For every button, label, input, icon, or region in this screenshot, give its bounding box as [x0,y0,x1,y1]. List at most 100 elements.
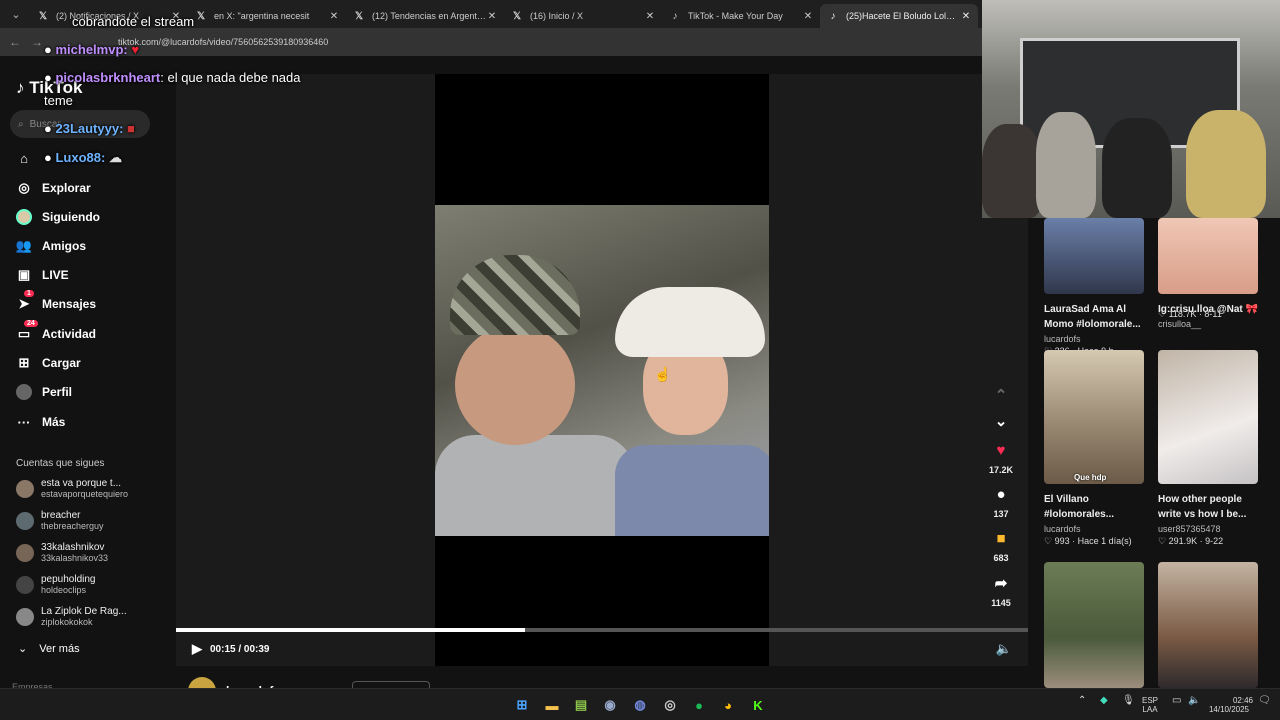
chevron-up-icon[interactable]: ⌃ [1078,696,1086,706]
notification-badge: 24 [24,320,38,327]
webcam-person [1036,112,1096,218]
video-card-meta: ♡ 993 · Hace 1 día(s) [1044,536,1132,546]
nav-perfil[interactable]: Perfil [16,384,72,400]
discord-icon[interactable]: ◍ [630,695,650,715]
browser-tab[interactable]: 𝕏 (16) Inicio / X ✕ [504,4,662,28]
send-icon: ➤ 1 [16,290,34,312]
chat-message: ● michelmvp: ♥ [44,42,139,57]
nav-cargar[interactable]: ⊞ Cargar [16,355,81,371]
like-button[interactable]: ♥ 17.2K [976,442,1026,475]
plus-icon: ⊞ [18,355,30,370]
browser-tab[interactable]: 𝕏 en X: "argentina necesit ✕ [188,4,346,28]
browser-tab-active[interactable]: ♪ (25)Hacete El Boludo Lolo #lolo ✕ [820,4,978,28]
url-field[interactable]: tiktok.com/@lucardofs/video/756056253918… [78,32,678,52]
nav-label: Más [42,415,66,429]
video-person-face [455,325,575,445]
back-arrow-icon[interactable]: ← [4,35,26,49]
video-card-author: crisulloa__ [1158,319,1202,329]
following-handle: 33kalashnikov33 [41,553,109,563]
nav-mas[interactable]: ··· Más [16,414,66,430]
obs-icon[interactable]: ◎ [660,695,680,715]
screen: ⌄ 𝕏 (2) Notificaciones / X ✕ 𝕏 en X: "ar… [0,0,1280,720]
following-name: 33kalashnikov [41,542,105,553]
see-more-button[interactable]: ⌄ Ver más [18,642,92,656]
chrome-icon[interactable]: ◕ [718,695,738,715]
steam-icon[interactable]: ◉ [600,695,620,715]
clock[interactable]: 02:46 14/10/2025 [1205,696,1253,714]
following-item[interactable]: La Ziplok De Rag... ziplokokokok [16,606,166,628]
avatar [16,512,34,530]
video-thumbnail [1044,218,1144,294]
close-icon[interactable]: ✕ [328,11,340,22]
chat-username: 23Lautyyy: [55,121,124,136]
windows-start-icon[interactable]: ⊞ [512,695,532,715]
nav-actividad[interactable]: ▭ 24 Actividad [16,320,97,342]
nav-label: Perfil [42,385,73,399]
comment-count: 137 [993,509,1009,519]
notifications-icon[interactable]: 🗨 [1258,696,1271,706]
nav-amigos[interactable]: 👥 Amigos [16,238,86,254]
following-item[interactable]: breacher thebreacherguy [16,510,166,532]
nav-label: Actividad [42,327,97,341]
save-button[interactable]: ■ 683 [976,530,1026,563]
video-card-author: lucardofs [1044,334,1081,344]
video-card[interactable]: Que hdp El Villano #lolomorales... lucar… [1044,350,1146,547]
close-icon[interactable]: ✕ [802,11,814,22]
tray-icon[interactable]: ◆ [1100,696,1108,706]
video-card[interactable]: LauraSad Ama Al Momo #lolomorale... luca… [1044,196,1146,357]
kick-icon[interactable]: K [748,695,768,715]
layout-code: LAA [1142,705,1158,714]
close-icon[interactable]: ✕ [486,11,498,22]
following-item[interactable]: pepuholding holdeoclips [16,574,166,596]
file-explorer-icon[interactable]: ▬ [542,695,562,715]
browser-tab[interactable]: ♪ TikTok - Make Your Day ✕ [662,4,820,28]
nav-label: LIVE [42,268,69,282]
nav-up-button[interactable]: ⌃ [976,386,1026,410]
nav-explorar[interactable]: ◎ Explorar [16,180,90,196]
nav-down-button[interactable]: ⌄ [976,412,1026,436]
following-title: Cuentas que sigues [16,458,105,469]
emote-icon: ● [44,42,52,57]
inbox-icon: ▭ 24 [16,320,38,342]
microphone-icon[interactable]: 🎙 [1122,696,1135,706]
following-name: esta va porque t... [41,478,122,489]
comment-button[interactable]: ● 137 [976,486,1026,519]
notification-badge: 1 [24,290,34,297]
nav-label: Siguiendo [42,210,100,224]
nav-home[interactable]: ⌂ [16,150,42,166]
time-display: 00:15 / 00:39 [210,643,270,655]
share-button[interactable]: ➦ 1145 [976,574,1026,608]
chat-message: ● picolasbrknheart: el que nada debe nad… [44,70,301,85]
chat-message: ● Luxo88: ☁ [44,150,122,166]
video-card[interactable] [1158,562,1260,688]
following-handle: holdeoclips [41,585,87,595]
webcam-person [982,124,1042,218]
app-icon[interactable]: ▤ [571,695,591,715]
bookmark-icon: ■ [996,530,1006,547]
following-handle: ziplokokokok [41,617,93,627]
tab-search-icon[interactable]: ⌄ [4,2,28,26]
nav-live[interactable]: ▣ LIVE [16,267,69,283]
avatar [16,544,34,562]
progress-bar[interactable] [176,628,1028,632]
video[interactable] [435,205,769,536]
close-icon[interactable]: ✕ [644,11,656,22]
chevron-down-icon: ⌄ [18,643,28,655]
video-card[interactable] [1044,562,1146,688]
nav-mensajes[interactable]: ➤ 1 Mensajes [16,290,96,312]
video-camo-cap [450,255,580,335]
speaker-icon[interactable]: 🔈 [1188,696,1200,706]
following-item[interactable]: 33kalashnikov 33kalashnikov33 [16,542,166,564]
nav-siguiendo[interactable]: Siguiendo [16,209,100,225]
spotify-icon[interactable]: ● [689,695,709,715]
play-icon[interactable]: ▶ [192,641,202,657]
close-icon[interactable]: ✕ [960,11,972,22]
more-icon: ··· [17,414,31,430]
chat-username: michelmvp: [55,42,128,57]
volume-icon[interactable]: 🔈 [996,641,1012,657]
video-card[interactable]: How other people write vs how I be... us… [1158,350,1260,547]
browser-tab[interactable]: 𝕏 (12) Tendencias en Argentina en ✕ [346,4,504,28]
following-item[interactable]: esta va porque t... estavaporquetequiero [16,478,166,500]
network-icon[interactable]: ▭ [1172,696,1181,706]
language-indicator[interactable]: ESP LAA [1142,696,1158,714]
